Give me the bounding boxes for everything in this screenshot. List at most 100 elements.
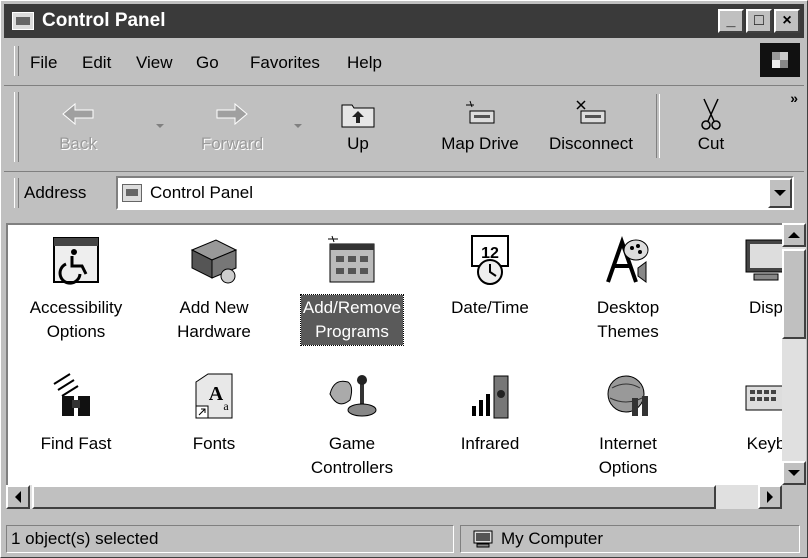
accessibility-icon	[53, 237, 99, 285]
address-value[interactable]: Control Panel	[150, 183, 253, 203]
status-zone: My Computer	[460, 525, 800, 553]
status-selection: 1 object(s) selected	[6, 525, 454, 553]
status-location-text: My Computer	[501, 529, 604, 548]
menu-favorites[interactable]: Favorites	[250, 53, 320, 73]
svg-text:A: A	[209, 383, 224, 405]
scroll-left-button[interactable]	[6, 485, 30, 509]
chevron-down-icon	[774, 190, 786, 196]
item-game-controllers[interactable]: Game Controllers	[282, 367, 422, 481]
item-fonts[interactable]: Aa Fonts	[144, 367, 284, 457]
add-remove-programs-icon	[328, 235, 375, 283]
item-label: Internet Options	[598, 434, 658, 477]
map-drive-icon	[466, 100, 495, 124]
window-title: Control Panel	[42, 10, 166, 31]
menu-view[interactable]: View	[136, 53, 173, 73]
up-button[interactable]: Up	[318, 94, 398, 154]
up-label: Up	[347, 134, 369, 153]
chevron-up-icon	[788, 232, 800, 238]
item-label: Accessibility Options	[29, 298, 123, 341]
close-button[interactable]: ×	[774, 9, 800, 33]
back-button[interactable]: Back	[38, 94, 118, 154]
scroll-corner	[782, 485, 806, 509]
back-arrow-icon	[62, 102, 94, 126]
status-selection-text: 1 object(s) selected	[11, 529, 159, 548]
map-drive-label: Map Drive	[441, 134, 519, 153]
item-keyboard[interactable]: Keyb	[696, 367, 782, 457]
chevron-down-icon	[788, 470, 800, 476]
vertical-scrollbar[interactable]	[782, 223, 806, 485]
desktop-themes-icon	[606, 235, 649, 283]
menu-bar: File Edit View Go Favorites Help	[4, 41, 804, 83]
display-icon	[745, 239, 782, 281]
map-drive-button[interactable]: Map Drive	[428, 94, 532, 154]
status-bar: 1 object(s) selected My Computer	[4, 521, 804, 555]
date-time-icon: 12	[471, 235, 509, 285]
game-controllers-icon	[329, 375, 377, 417]
svg-text:a: a	[223, 399, 229, 413]
item-label: Infrared	[460, 434, 520, 453]
horizontal-scrollbar[interactable]	[6, 485, 782, 509]
address-bar: Address Control Panel	[4, 171, 804, 214]
chevron-left-icon	[15, 491, 21, 503]
maximize-button[interactable]: □	[746, 9, 772, 33]
keyboard-icon	[745, 385, 782, 411]
toolbar-grip[interactable]	[14, 92, 19, 162]
cut-label: Cut	[697, 134, 725, 153]
back-dropdown-icon[interactable]	[156, 124, 164, 128]
add-hardware-icon	[190, 239, 238, 284]
standard-toolbar: Back Forward Up Map Drive Disconnect Cut…	[4, 85, 804, 170]
control-panel-icon	[12, 12, 34, 30]
close-icon: ×	[782, 12, 792, 29]
fonts-icon: Aa	[195, 373, 233, 419]
scroll-down-button[interactable]	[782, 461, 806, 485]
scroll-right-button[interactable]	[758, 485, 782, 509]
minimize-icon: _	[726, 12, 736, 29]
vertical-scroll-thumb[interactable]	[782, 249, 806, 339]
disconnect-button[interactable]: Disconnect	[536, 94, 646, 154]
scissors-icon	[701, 98, 721, 130]
item-date-time[interactable]: 12 Date/Time	[420, 231, 560, 321]
item-label: Fonts	[192, 434, 236, 453]
item-label: Desktop Themes	[596, 298, 660, 341]
find-fast-icon	[53, 373, 90, 416]
menu-file[interactable]: File	[30, 53, 57, 73]
maximize-icon: □	[754, 12, 764, 29]
chevron-right-icon	[767, 491, 773, 503]
title-bar[interactable]: Control Panel _ □ ×	[4, 4, 804, 38]
cut-button[interactable]: Cut	[676, 94, 746, 154]
item-label: Disp	[748, 298, 782, 317]
item-add-remove-programs[interactable]: Add/Remove Programs	[282, 231, 422, 346]
menu-grip[interactable]	[14, 46, 19, 76]
item-desktop-themes[interactable]: Desktop Themes	[558, 231, 698, 345]
item-label: Date/Time	[451, 298, 529, 317]
back-label: Back	[59, 134, 97, 153]
item-infrared[interactable]: Infrared	[420, 367, 560, 457]
scroll-up-button[interactable]	[782, 223, 806, 247]
address-dropdown-button[interactable]	[768, 178, 792, 208]
forward-dropdown-icon[interactable]	[294, 124, 302, 128]
address-grip[interactable]	[14, 178, 19, 208]
up-folder-icon	[341, 104, 375, 128]
internet-options-icon	[607, 375, 648, 416]
item-label: Add New Hardware	[177, 298, 251, 341]
item-display[interactable]: Disp	[696, 231, 782, 321]
horizontal-scroll-thumb[interactable]	[32, 485, 716, 509]
menu-go[interactable]: Go	[196, 53, 219, 73]
address-field[interactable]: Control Panel	[116, 176, 794, 210]
item-accessibility-options[interactable]: Accessibility Options	[8, 231, 146, 345]
menu-edit[interactable]: Edit	[82, 53, 111, 73]
forward-button[interactable]: Forward	[182, 94, 282, 154]
minimize-button[interactable]: _	[718, 9, 744, 33]
toolbar-separator	[656, 94, 660, 158]
item-internet-options[interactable]: Internet Options	[558, 367, 698, 481]
control-panel-icon	[122, 184, 142, 202]
item-add-new-hardware[interactable]: Add New Hardware	[144, 231, 284, 345]
item-label: Keyb	[746, 434, 782, 453]
control-panel-window: Control Panel _ □ × File Edit View Go Fa…	[0, 0, 808, 558]
item-find-fast[interactable]: Find Fast	[8, 367, 146, 457]
windows-logo-icon	[760, 43, 800, 77]
forward-arrow-icon	[216, 102, 248, 126]
more-buttons-chevron[interactable]: »	[790, 90, 798, 106]
item-label: Find Fast	[40, 434, 112, 453]
menu-help[interactable]: Help	[347, 53, 382, 73]
